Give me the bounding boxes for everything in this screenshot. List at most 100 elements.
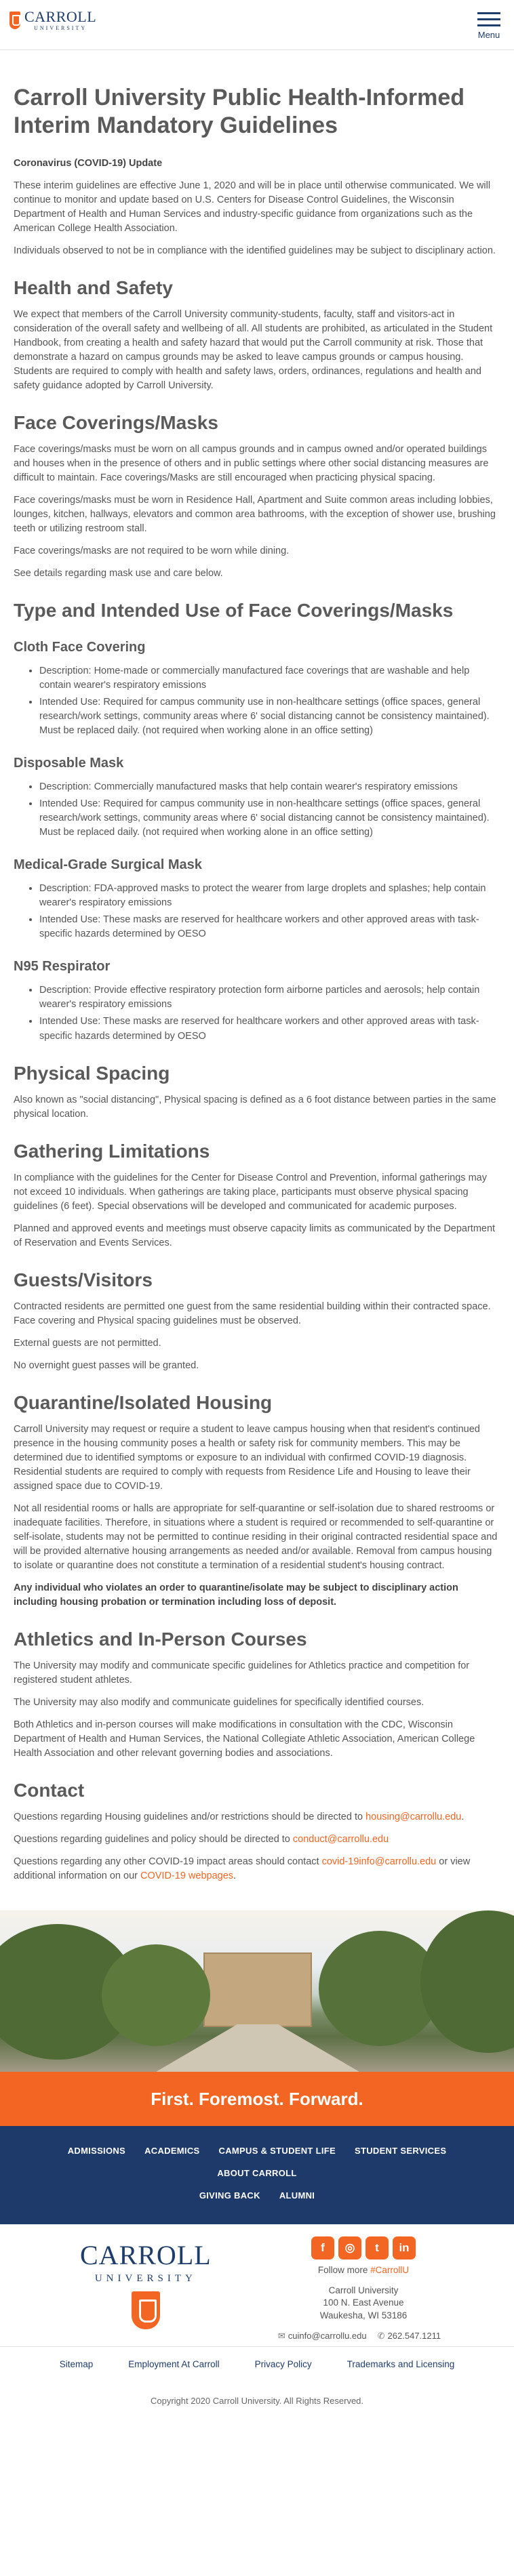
face-paragraph-2: Face coverings/masks must be worn in Res… [14,495,496,535]
contact-housing: Questions regarding Housing guidelines a… [14,1811,464,1822]
employment-link[interactable]: Employment At Carroll [128,2359,219,2369]
envelope-icon: ✉ [277,2330,285,2341]
twitter-icon[interactable]: t [365,2236,389,2260]
phone-item[interactable]: ✆ 262.547.1211 [378,2330,441,2343]
list-item: Description: Home-made or commercially m… [39,664,500,693]
shield-crest-icon [131,2291,160,2330]
phone-icon: ✆ [377,2330,385,2341]
address-line-2: 100 N. East Avenue [323,2297,404,2308]
campus-photo [0,1910,514,2072]
bottom-links: Sitemap Employment At Carroll Privacy Po… [0,2346,514,2380]
footer-logo-name: CARROLL [80,2239,212,2270]
footer-nav-academics[interactable]: ACADEMICS [144,2145,199,2158]
campus-building [203,1953,312,2028]
athletics-paragraph-3: Both Athletics and in-person courses wil… [14,1719,475,1759]
mask-types-heading: Type and Intended Use of Face Coverings/… [14,600,454,621]
housing-email-link[interactable]: housing@carrollu.edu [365,1812,461,1822]
contact-covid-end: . [233,1870,237,1882]
shield-logo-icon [9,12,20,29]
menu-button[interactable]: Menu [473,8,505,42]
surgical-heading: Medical-Grade Surgical Mask [14,857,202,873]
page-title: Carroll University Public Health-Informe… [14,85,465,139]
covid-webpages-link[interactable]: COVID-19 webpages [140,1870,233,1881]
guests-paragraph-2: External guests are not permitted. [14,1337,161,1349]
quarantine-paragraph-1: Carroll University may request or requir… [14,1423,480,1492]
contact-housing-text: Questions regarding Housing guidelines a… [14,1811,366,1822]
trademarks-link[interactable]: Trademarks and Licensing [347,2359,455,2369]
address-line-3: Waukesha, WI 53186 [319,2310,408,2321]
tagline: First. Foremost. Forward. [0,2072,514,2127]
guests-heading: Guests/Visitors [14,1269,153,1290]
disposable-heading: Disposable Mask [14,756,124,771]
logo-wordmark: CARROLL UNIVERSITY [24,9,96,31]
intro-paragraph-2: Individuals observed to not be in compli… [14,245,496,257]
face-paragraph-3: Face coverings/masks are not required to… [14,546,290,557]
quarantine-warning: Any individual who violates an order to … [14,1582,458,1608]
footer-nav-campus-life[interactable]: CAMPUS & STUDENT LIFE [219,2145,336,2158]
footer-email: cuinfo@carrollu.edu [288,2330,367,2341]
list-item: Intended Use: Required for campus commun… [39,695,500,738]
disposable-list: Description: Commercially manufactured m… [39,780,500,840]
contact-conduct-text: Questions regarding guidelines and polic… [14,1833,293,1845]
quarantine-paragraph-2: Not all residential rooms or halls are a… [14,1502,498,1571]
guests-paragraph-1: Contracted residents are permitted one g… [14,1301,491,1326]
footer-nav-admissions[interactable]: ADMISSIONS [68,2145,125,2158]
main-content: Carroll University Public Health-Informe… [0,50,514,1898]
contact-covid-text: Questions regarding any other COVID-19 i… [14,1856,322,1867]
list-item: Description: Commercially manufactured m… [39,780,500,794]
gathering-heading: Gathering Limitations [14,1140,210,1162]
physical-spacing-heading: Physical Spacing [14,1062,170,1084]
face-paragraph-4: See details regarding mask use and care … [14,568,223,579]
n95-heading: N95 Respirator [14,959,111,975]
contact-heading: Contact [14,1779,85,1801]
site-header: CARROLL UNIVERSITY Menu [0,0,514,50]
list-item: Description: Provide effective respirato… [39,983,500,1012]
email-item[interactable]: ✉ cuinfo@carrollu.edu [278,2330,367,2343]
surgical-list: Description: FDA-approved masks to prote… [39,882,500,941]
hashtag-link[interactable]: #CarrollU [370,2265,409,2275]
facebook-icon[interactable]: f [311,2236,334,2260]
spacing-paragraph: Also known as "social distancing", Physi… [14,1094,496,1120]
follow-line: Follow more #CarrollU [309,2264,418,2277]
footer-nav-alumni[interactable]: ALUMNI [279,2190,315,2203]
intro-paragraph: These interim guidelines are effective J… [14,180,491,234]
linkedin-icon[interactable]: in [393,2236,416,2260]
logo-name: CARROLL [24,8,97,25]
tree [420,1910,514,2053]
face-paragraph-1: Face coverings/masks must be worn on all… [14,444,489,484]
copyright: Copyright 2020 Carroll University. All R… [150,2395,364,2406]
athletics-heading: Athletics and In-Person Courses [14,1628,307,1650]
quarantine-heading: Quarantine/Isolated Housing [14,1391,273,1413]
list-item: Intended Use: These masks are reserved f… [39,913,500,941]
footer-logo[interactable]: CARROLL UNIVERSITY [80,2239,212,2330]
footer-phone: 262.547.1211 [387,2330,441,2341]
health-paragraph: We expect that members of the Carroll Un… [14,309,493,392]
footer-nav-giving[interactable]: GIVING BACK [199,2190,260,2203]
footer-nav-student-services[interactable]: STUDENT SERVICES [355,2145,446,2158]
instagram-icon[interactable]: ◎ [338,2236,361,2260]
hamburger-icon [473,12,505,26]
address-line-1: Carroll University [328,2285,399,2296]
privacy-link[interactable]: Privacy Policy [255,2359,312,2369]
footer-info: CARROLL UNIVERSITY f ◎ t in Follow more … [0,2224,514,2346]
athletics-paragraph-2: The University may also modify and commu… [14,1696,424,1708]
health-heading: Health and Safety [14,277,173,299]
footer-nav-about[interactable]: ABOUT CARROLL [217,2167,296,2180]
list-item: Intended Use: Required for campus commun… [39,797,500,840]
footer-logo-sub: UNIVERSITY [94,2272,197,2284]
follow-text: Follow more [317,2264,371,2275]
conduct-email-link[interactable]: conduct@carrollu.edu [293,1834,389,1845]
gathering-paragraph-1: In compliance with the guidelines for th… [14,1172,487,1212]
covid-email-link[interactable]: covid-19info@carrollu.edu [322,1856,437,1867]
carroll-logo[interactable]: CARROLL UNIVERSITY [9,9,96,31]
sitemap-link[interactable]: Sitemap [60,2359,94,2369]
logo-sub: UNIVERSITY [34,25,87,31]
tree [102,1944,210,2047]
menu-label: Menu [477,30,500,40]
guests-paragraph-3: No overnight guest passes will be grante… [14,1359,199,1371]
contact-conduct: Questions regarding guidelines and polic… [14,1833,500,1847]
footer-nav: ADMISSIONS ACADEMICS CAMPUS & STUDENT LI… [0,2126,514,2224]
footer-contact-row: ✉ cuinfo@carrollu.edu ✆ 262.547.1211 [258,2330,461,2343]
contact-covid: Questions regarding any other COVID-19 i… [14,1855,500,1883]
footer-contact: f ◎ t in Follow more #CarrollU Carroll U… [309,2236,418,2322]
